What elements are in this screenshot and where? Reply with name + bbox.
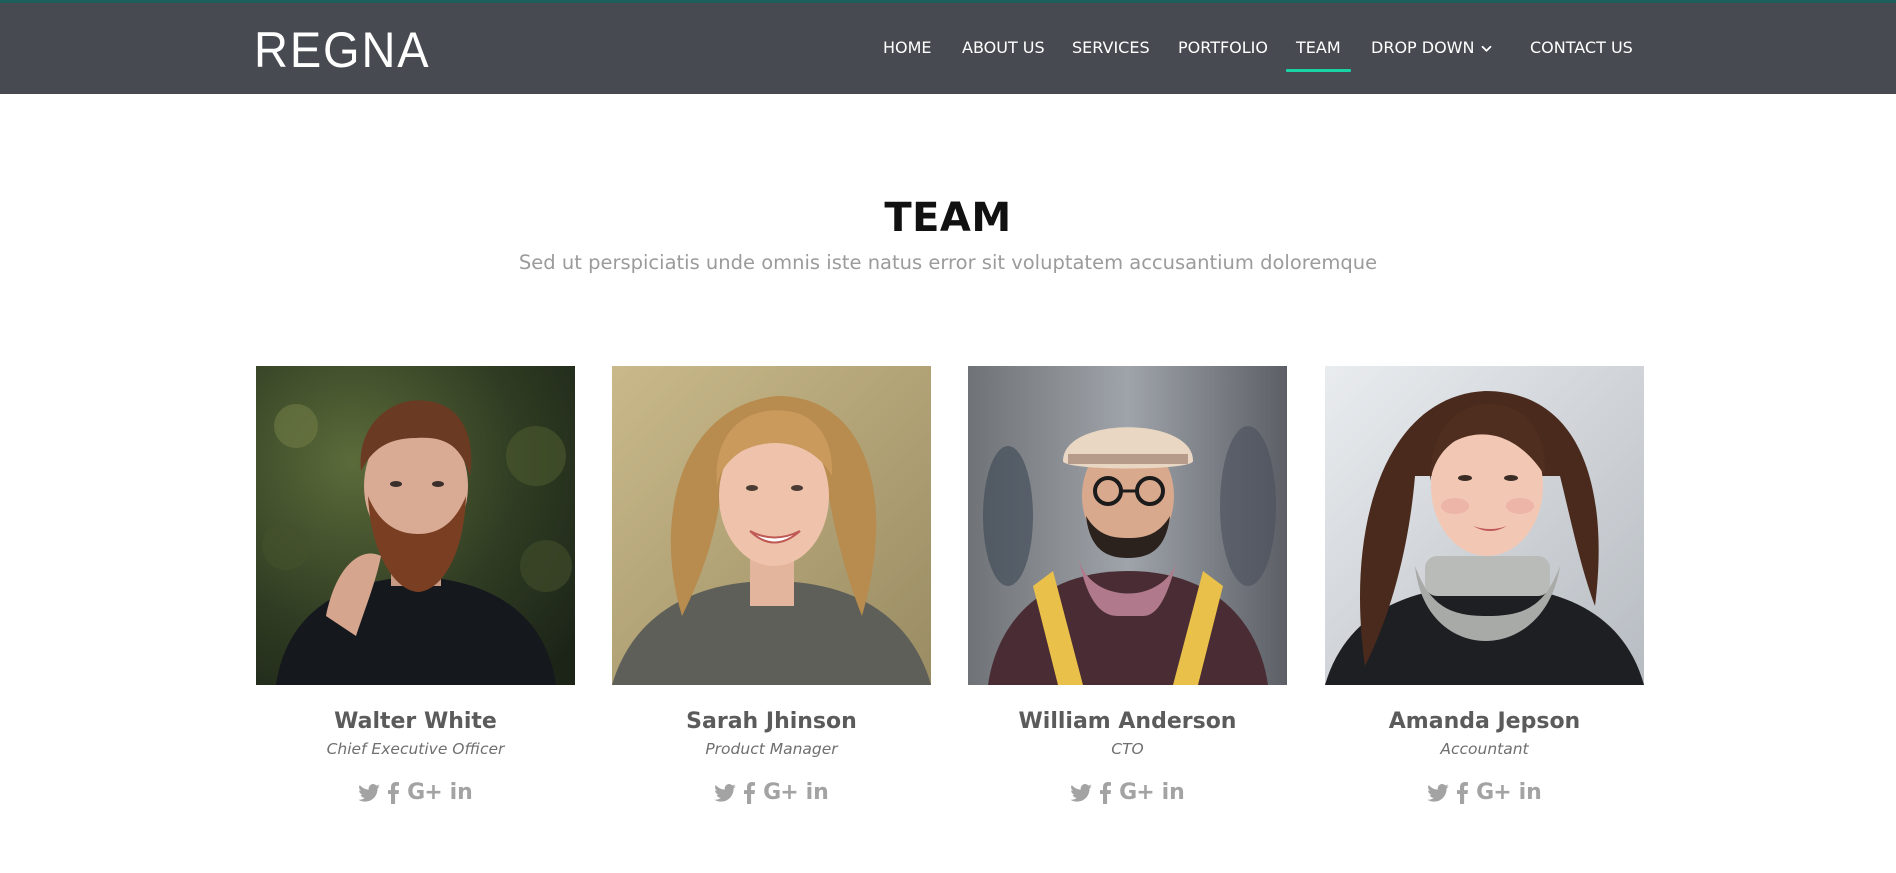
member-photo	[1325, 366, 1644, 685]
member-social-links: G+ in	[1325, 780, 1644, 806]
nav-dropdown-label: DROP DOWN	[1371, 38, 1475, 57]
chevron-down-icon	[1481, 45, 1492, 53]
twitter-icon[interactable]	[1427, 780, 1449, 806]
google-plus-glyph: G+	[1119, 780, 1154, 805]
member-role: Chief Executive Officer	[326, 740, 505, 758]
linkedin-glyph: in	[449, 780, 473, 805]
team-member-card: Walter White Chief Executive Officer G+ …	[256, 366, 575, 806]
twitter-icon[interactable]	[358, 780, 380, 806]
google-plus-icon[interactable]: G+	[763, 780, 798, 806]
nav-contact-us[interactable]: CONTACT US	[1530, 37, 1633, 59]
main-nav: HOME ABOUT US SERVICES PORTFOLIO TEAM DR…	[0, 3, 1896, 94]
member-role: Accountant	[1440, 740, 1529, 758]
linkedin-icon[interactable]: in	[1519, 780, 1542, 806]
member-social-links: G+ in	[612, 780, 931, 806]
member-photo	[612, 366, 931, 685]
member-name: William Anderson	[1018, 709, 1237, 734]
nav-team[interactable]: TEAM	[1286, 37, 1351, 72]
site-header: REGNA HOME ABOUT US SERVICES PORTFOLIO T…	[0, 0, 1896, 94]
team-member-card: Amanda Jepson Accountant G+ in	[1325, 366, 1644, 806]
member-social-links: G+ in	[968, 780, 1287, 806]
member-role: CTO	[1111, 740, 1144, 758]
member-photo	[256, 366, 575, 685]
linkedin-icon[interactable]: in	[806, 780, 829, 806]
facebook-icon[interactable]	[388, 780, 400, 806]
member-social-links: G+ in	[256, 780, 575, 806]
google-plus-icon[interactable]: G+	[1476, 780, 1511, 806]
linkedin-icon[interactable]: in	[1162, 780, 1185, 806]
team-member-card: William Anderson CTO G+ in	[968, 366, 1287, 806]
nav-dropdown[interactable]: DROP DOWN	[1371, 37, 1492, 59]
twitter-icon[interactable]	[714, 780, 736, 806]
member-name: Sarah Jhinson	[686, 709, 857, 734]
nav-about-us[interactable]: ABOUT US	[962, 37, 1045, 59]
section-subtitle: Sed ut perspiciatis unde omnis iste natu…	[518, 251, 1378, 274]
linkedin-glyph: in	[1161, 780, 1185, 805]
member-photo	[968, 366, 1287, 685]
member-name: Walter White	[334, 709, 497, 734]
team-member-card: Sarah Jhinson Product Manager G+ in	[612, 366, 931, 806]
google-plus-glyph: G+	[407, 780, 442, 805]
google-plus-icon[interactable]: G+	[1119, 780, 1154, 806]
member-role: Product Manager	[705, 740, 838, 758]
nav-home[interactable]: HOME	[883, 37, 932, 59]
google-plus-glyph: G+	[763, 780, 798, 805]
linkedin-icon[interactable]: in	[450, 780, 473, 806]
nav-services[interactable]: SERVICES	[1072, 37, 1150, 59]
linkedin-glyph: in	[805, 780, 829, 805]
facebook-icon[interactable]	[744, 780, 756, 806]
linkedin-glyph: in	[1518, 780, 1542, 805]
facebook-icon[interactable]	[1457, 780, 1469, 806]
facebook-icon[interactable]	[1100, 780, 1112, 806]
nav-portfolio[interactable]: PORTFOLIO	[1178, 37, 1268, 59]
twitter-icon[interactable]	[1070, 780, 1092, 806]
member-name: Amanda Jepson	[1388, 709, 1581, 734]
google-plus-glyph: G+	[1476, 780, 1511, 805]
section-title: TEAM	[884, 195, 1012, 241]
google-plus-icon[interactable]: G+	[407, 780, 442, 806]
